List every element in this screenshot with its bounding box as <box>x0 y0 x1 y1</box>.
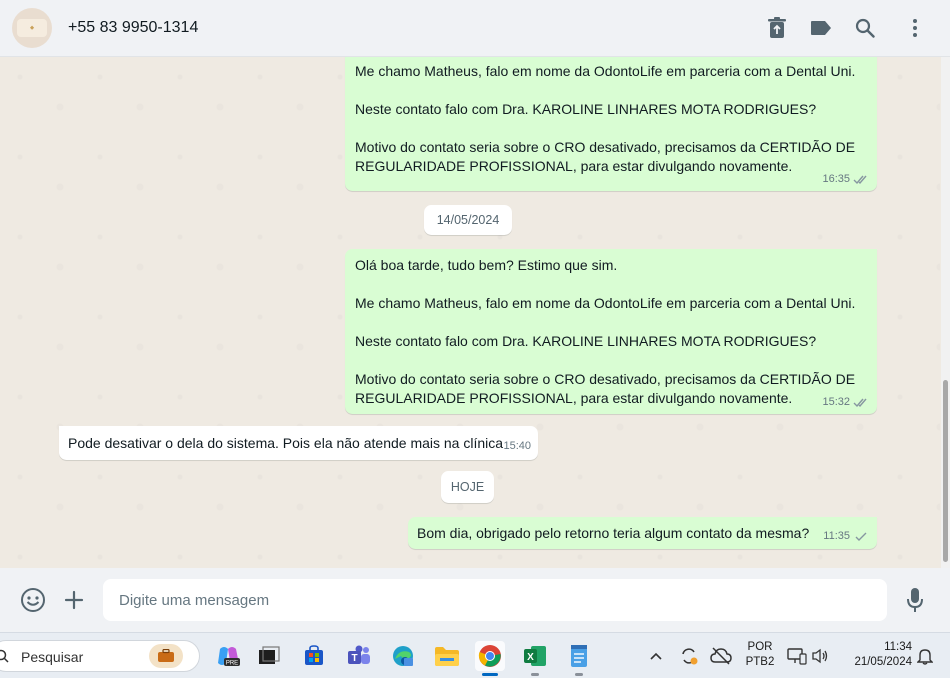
date-label: HOJE <box>450 480 485 494</box>
outgoing-message[interactable]: Olá boa tarde, tudo bem? Estimo que sim.… <box>345 249 877 414</box>
message-time: 15:40 <box>503 440 531 452</box>
chevron-up-icon[interactable] <box>644 641 668 671</box>
contact-name[interactable]: +55 83 9950-1314 <box>68 19 198 37</box>
sent-tick-icon <box>855 532 867 541</box>
label-icon[interactable] <box>809 16 833 40</box>
date-separator: HOJE <box>441 471 494 503</box>
windows-taskbar: Pesquisar PRE T X POR PTB2 11:34 21/05/2… <box>0 632 950 678</box>
volume-icon[interactable] <box>808 641 832 671</box>
language-code: POR <box>747 641 773 653</box>
teams-icon[interactable]: T <box>344 641 374 671</box>
svg-text:PRE: PRE <box>226 661 238 667</box>
task-view-icon[interactable] <box>254 641 284 671</box>
excel-icon[interactable]: X <box>520 641 550 676</box>
date-label: 14/05/2024 <box>436 213 500 227</box>
message-time: 15:32 <box>822 396 850 408</box>
outgoing-message[interactable]: Me chamo Matheus, falo em nome da Odonto… <box>345 57 877 191</box>
message-input[interactable] <box>103 579 887 621</box>
message-meta: 15:40 <box>503 437 531 456</box>
chat-header: ◆ +55 83 9950-1314 <box>0 0 950 57</box>
message-text: Bom dia, obrigado pelo retorno teria alg… <box>417 525 810 541</box>
edge-icon[interactable] <box>388 641 418 671</box>
notification-bell-icon[interactable] <box>914 641 936 671</box>
incoming-message[interactable]: Pode desativar o dela do sistema. Pois e… <box>59 426 538 460</box>
avatar-logo: ◆ <box>17 19 47 37</box>
message-time: 11:35 <box>823 530 850 542</box>
notepad-icon[interactable] <box>564 641 594 676</box>
clock-date: 21/05/2024 <box>854 656 912 668</box>
message-text: Pode desativar o dela do sistema. Pois e… <box>68 435 504 451</box>
message-text: Olá boa tarde, tudo bem? Estimo que sim.… <box>355 257 856 406</box>
search-icon[interactable] <box>853 16 877 40</box>
emoji-icon[interactable] <box>19 586 47 614</box>
svg-text:T: T <box>351 653 357 664</box>
language-indicator[interactable]: POR PTB2 <box>744 641 776 668</box>
message-composer <box>0 568 950 632</box>
delete-icon[interactable] <box>765 16 789 40</box>
menu-icon[interactable] <box>903 16 927 40</box>
message-text: Me chamo Matheus, falo em nome da Odonto… <box>355 63 856 174</box>
date-separator: 14/05/2024 <box>424 205 512 235</box>
microsoft-store-icon[interactable] <box>299 641 329 671</box>
keyboard-layout: PTB2 <box>745 656 775 668</box>
cloud-offline-icon[interactable] <box>708 641 734 671</box>
clock[interactable]: 11:34 21/05/2024 <box>842 641 912 668</box>
message-time: 16:35 <box>822 173 850 185</box>
read-ticks-icon <box>853 398 867 408</box>
microphone-icon[interactable] <box>901 586 929 614</box>
chat-scrollbar[interactable] <box>941 57 950 568</box>
attach-plus-icon[interactable] <box>60 586 88 614</box>
contact-avatar[interactable]: ◆ <box>12 8 52 48</box>
search-placeholder: Pesquisar <box>21 649 84 665</box>
clock-time: 11:34 <box>884 641 912 653</box>
read-ticks-icon <box>853 175 867 185</box>
file-explorer-icon[interactable] <box>432 641 462 671</box>
copilot-icon[interactable]: PRE <box>213 641 243 671</box>
outgoing-message[interactable]: Bom dia, obrigado pelo retorno teria alg… <box>408 517 877 549</box>
svg-text:X: X <box>527 652 534 663</box>
message-meta: 15:32 <box>822 393 869 412</box>
message-meta: 11:35 <box>823 527 869 546</box>
message-meta: 16:35 <box>822 170 869 189</box>
scrollbar-thumb[interactable] <box>943 380 948 562</box>
briefcase-icon <box>149 644 183 668</box>
network-icon[interactable] <box>784 641 810 671</box>
chat-area[interactable]: Me chamo Matheus, falo em nome da Odonto… <box>0 57 940 568</box>
taskbar-search[interactable]: Pesquisar <box>0 640 200 672</box>
search-icon <box>0 649 9 663</box>
chrome-icon[interactable] <box>475 641 505 676</box>
sync-icon[interactable] <box>676 641 702 671</box>
